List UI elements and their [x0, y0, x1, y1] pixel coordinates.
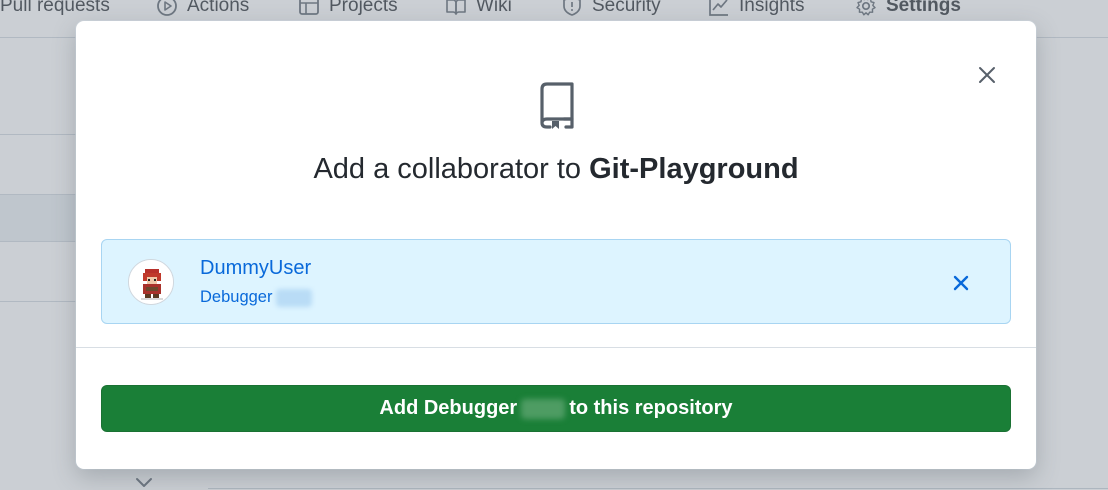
repo-icon: [540, 82, 574, 129]
add-collaborator-dialog: Add a collaborator to Git-Playground Dum…: [76, 21, 1036, 469]
redacted-text: [276, 288, 313, 307]
remove-selected-user-button[interactable]: [950, 272, 972, 294]
close-icon: [979, 67, 995, 83]
selected-user-name: Debugger: [200, 288, 313, 307]
user-avatar-image: [129, 260, 173, 304]
selected-user-display-name: Debugger: [200, 288, 273, 306]
repository-name: Git-Playground: [589, 153, 799, 185]
dialog-divider: [76, 347, 1036, 348]
add-button-suffix: to this repository: [569, 397, 733, 419]
selected-user-login[interactable]: DummyUser: [200, 257, 311, 280]
close-icon: [953, 275, 969, 291]
add-collaborator-button[interactable]: Add Debugger to this repository: [101, 385, 1011, 432]
dialog-title: Add a collaborator to Git-Playground: [76, 153, 1036, 186]
close-dialog-button[interactable]: [973, 61, 1001, 89]
add-button-prefix: Add Debugger: [379, 397, 518, 419]
selected-user-card: DummyUser Debugger: [101, 239, 1011, 324]
redacted-text: [521, 398, 566, 419]
avatar: [128, 259, 174, 305]
dialog-title-prefix: Add a collaborator to: [313, 153, 590, 185]
